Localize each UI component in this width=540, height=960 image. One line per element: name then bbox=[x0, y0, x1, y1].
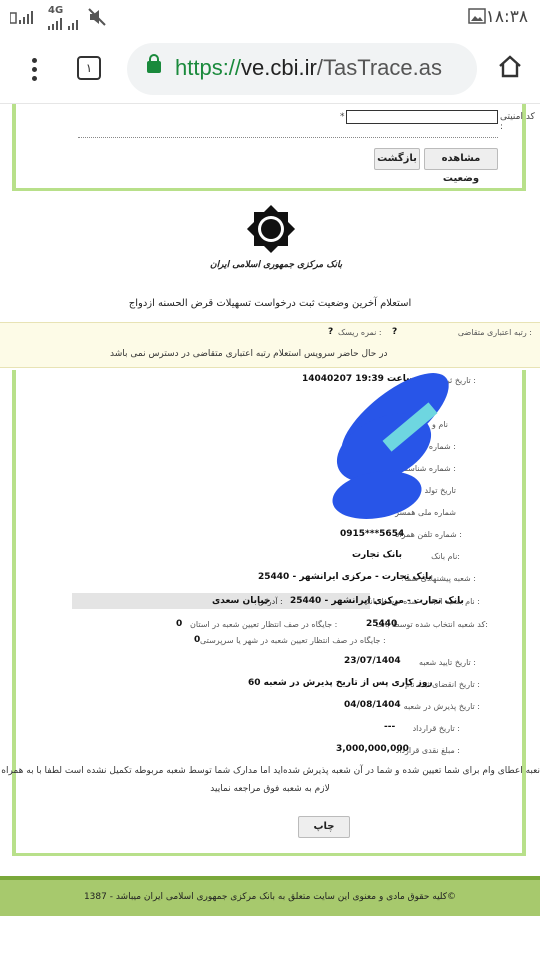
print-button[interactable]: چاپ bbox=[298, 816, 350, 838]
form-divider bbox=[78, 137, 498, 138]
mute-icon bbox=[88, 8, 106, 30]
unavailable-message: در حال حاضر سرویس استعلام رتبه اعتباری م… bbox=[110, 349, 388, 359]
request-date-value: 14040207 ساعت 19:39 bbox=[302, 374, 415, 384]
acceptance-date-value: 04/08/1404 bbox=[344, 700, 401, 710]
required-mark: * bbox=[340, 112, 345, 122]
home-icon[interactable] bbox=[497, 54, 523, 80]
bank-name-label: نام بانک: bbox=[431, 552, 460, 561]
overflow-menu-icon[interactable] bbox=[30, 58, 40, 85]
notice-line-2: لازم به شعبه فوق مراجعه نمایید bbox=[210, 784, 330, 794]
security-code-label: کد امنیتی : bbox=[500, 112, 535, 132]
notice-box: نعبه اعطای وام برای شما تعیین شده و شما … bbox=[0, 760, 540, 798]
footer-copyright: کلیه حقوق مادی و معنوی این سایت متعلق به… bbox=[83, 892, 457, 902]
footer: کلیه حقوق مادی و معنوی این سایت متعلق به… bbox=[0, 876, 540, 916]
clock: ۱۸:۳۸ bbox=[485, 7, 528, 27]
rank-label: رتبه اعتباری متقاضی : bbox=[457, 328, 532, 337]
province-queue-value: 0 bbox=[176, 619, 183, 629]
bank-name-value: بانک تجارت bbox=[352, 550, 402, 560]
birth-date-label: تاریخ تولد bbox=[424, 486, 456, 495]
confirm-date-value: 23/07/1404 bbox=[344, 656, 401, 666]
selected-branch-value: بانک تجارت - مرکزی ایرانشهر - 25440 bbox=[290, 596, 464, 606]
url-text: https://ve.cbi.ir/TasTrace.as bbox=[175, 55, 442, 80]
mobile-label: شماره تلفن همراه : bbox=[395, 530, 462, 539]
city-queue-label: جایگاه در صف انتظار تعیین شعبه در شهر یا… bbox=[200, 636, 386, 645]
address-bar[interactable]: https://ve.cbi.ir/TasTrace.as bbox=[127, 43, 477, 95]
details-frame-bottom bbox=[12, 853, 526, 856]
city-queue-value: 0 bbox=[194, 635, 201, 645]
mobile-value: 0915***5654 bbox=[340, 529, 405, 539]
lock-icon bbox=[147, 54, 161, 73]
contract-date-label: تاریخ قرارداد : bbox=[412, 724, 460, 733]
expiry-value: 60 روز کاری پس از تاریخ پذیرش در شعبه bbox=[248, 678, 433, 688]
page-title: استعلام آخرین وضعیت ثبت درخواست تسهیلات … bbox=[128, 298, 412, 309]
tab-switcher-button[interactable]: ۱ bbox=[77, 56, 101, 80]
bank-logo-caption: بانک مرکزی جمهوری اسلامی ایران bbox=[210, 260, 343, 270]
suggested-branch-value: بانک تجارت - مرکزی ایرانشهر - 25440 bbox=[258, 572, 432, 582]
signal-icon bbox=[48, 15, 84, 34]
security-code-input[interactable] bbox=[346, 110, 498, 124]
risk-value: ? bbox=[328, 327, 334, 337]
name-label: نام و bbox=[431, 420, 448, 429]
frame-border-left bbox=[12, 104, 16, 190]
sim-signal-icon bbox=[9, 10, 38, 29]
acceptance-date-label: تاریخ پذیرش در شعبه : bbox=[403, 702, 480, 711]
rank-value: ? bbox=[392, 327, 398, 337]
image-icon bbox=[468, 8, 486, 28]
view-status-button[interactable]: مشاهده وضعیت bbox=[424, 148, 498, 184]
confirm-date-label: تاریخ تایید شعبه : bbox=[418, 658, 476, 667]
amount-value: 3,000,000,000 bbox=[336, 744, 409, 754]
back-button[interactable]: بازگشت bbox=[374, 148, 420, 170]
browser-toolbar: ۱ https://ve.cbi.ir/TasTrace.as bbox=[0, 34, 540, 104]
province-queue-label: جایگاه در صف انتظار تعیین شعبه در استان … bbox=[190, 620, 338, 629]
status-bar: 4G ۱۸:۳۸ bbox=[0, 0, 540, 34]
contract-date-value: --- bbox=[384, 722, 396, 732]
risk-label: نمره ریسک : bbox=[338, 328, 382, 337]
notice-line-1: نعبه اعطای وام برای شما تعیین شده و شما … bbox=[0, 766, 540, 776]
address-value: خیابان سعدی bbox=[212, 596, 271, 606]
selected-branch-code-value: 25440 bbox=[366, 619, 398, 629]
bank-logo bbox=[245, 203, 297, 255]
